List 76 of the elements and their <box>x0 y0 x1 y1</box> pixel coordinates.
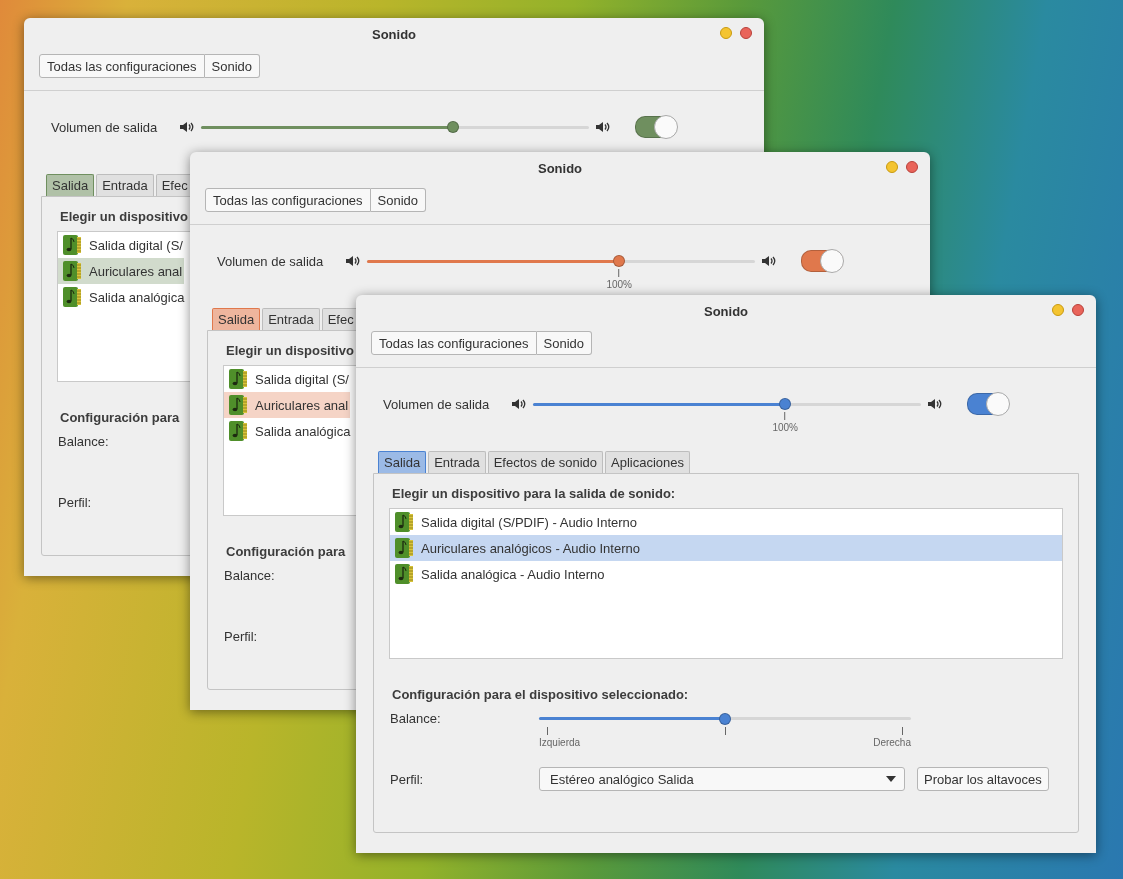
right-label: Derecha <box>873 737 911 748</box>
breadcrumb-button[interactable]: Todas las configuraciones <box>39 54 205 78</box>
device-row[interactable]: Salida digital (S/ <box>58 232 185 258</box>
section-heading: Configuración para el dispositivo seleccionado: <box>391 687 689 703</box>
profile-label: Perfil: <box>57 494 93 510</box>
volume-slider-handle[interactable] <box>613 255 626 267</box>
audio-device-icon <box>227 368 249 390</box>
audio-device-icon <box>61 234 83 256</box>
audio-device-icon <box>393 511 415 533</box>
mute-toggle[interactable] <box>967 393 1009 415</box>
test-speakers-button[interactable]: Probar los altavoces <box>917 767 1049 791</box>
window-title: Sonido <box>537 160 582 176</box>
device-row[interactable]: Salida digital (S/ <box>224 366 351 392</box>
speaker-icon <box>761 253 777 269</box>
balance-slider-handle[interactable] <box>719 712 731 725</box>
audio-device-icon <box>393 537 415 559</box>
breadcrumb-button[interactable]: Sonido <box>204 54 261 78</box>
device-row[interactable]: Salida analógica - Audio Interno <box>390 561 1062 587</box>
speaker-icon <box>345 253 361 269</box>
tab[interactable]: Entrada <box>96 174 154 196</box>
volume-reading: 100% <box>606 278 632 290</box>
volume-slider-handle[interactable] <box>447 121 460 133</box>
volume-label: Volumen de salida <box>383 396 491 412</box>
volume-label: Volumen de salida <box>51 119 159 135</box>
profile-dropdown[interactable]: Estéreo analógico Salida <box>539 767 905 791</box>
window-title: Sonido <box>703 303 748 319</box>
close-button[interactable] <box>740 27 752 39</box>
mute-toggle[interactable] <box>635 116 677 138</box>
audio-device-icon <box>393 563 415 585</box>
device-row[interactable]: Auriculares anal <box>58 258 185 284</box>
close-button[interactable] <box>1072 304 1084 316</box>
window-title: Sonido <box>371 26 416 42</box>
tab[interactable]: Efectos de sonido <box>487 451 604 473</box>
breadcrumb-button[interactable]: Todas las configuraciones <box>205 188 371 212</box>
profile-label: Perfil: <box>389 771 425 787</box>
profile-label: Perfil: <box>223 628 259 644</box>
balance-label: Balance: <box>57 434 110 449</box>
tab[interactable]: Salida <box>212 308 261 330</box>
breadcrumb-button[interactable]: Sonido <box>536 331 593 355</box>
audio-device-icon <box>227 420 249 442</box>
balance-label: Balance: <box>223 568 276 583</box>
volume-reading: 100% <box>772 421 798 433</box>
caret-icon <box>886 776 896 782</box>
tab[interactable]: Aplicaciones <box>605 451 691 473</box>
audio-device-icon <box>61 286 83 308</box>
mute-toggle[interactable] <box>801 250 843 272</box>
section-heading: Elegir un dispositivo <box>225 343 354 359</box>
device-row[interactable]: Salida analógica <box>224 418 353 444</box>
breadcrumb-button[interactable]: Todas las configuraciones <box>371 331 537 355</box>
speaker-icon <box>595 119 611 135</box>
device-row[interactable]: Auriculares analógicos - Audio Interno <box>390 535 1062 561</box>
device-row[interactable]: Salida digital (S/PDIF) - Audio Interno <box>390 509 1062 535</box>
section-heading: Configuración para <box>225 544 346 560</box>
section-heading: Configuración para <box>59 410 180 426</box>
speaker-icon <box>511 396 527 412</box>
device-row[interactable]: Auriculares anal <box>224 392 351 418</box>
audio-device-icon <box>61 260 83 282</box>
tab[interactable]: Entrada <box>428 451 486 473</box>
speaker-icon <box>927 396 943 412</box>
tick-mark <box>724 727 726 735</box>
section-heading: Elegir un dispositivo <box>59 209 188 225</box>
speaker-icon <box>179 119 195 135</box>
audio-device-icon <box>227 394 249 416</box>
tab[interactable]: Salida <box>378 451 427 473</box>
volume-label: Volumen de salida <box>217 253 325 269</box>
tick-mark <box>547 727 548 735</box>
close-button[interactable] <box>906 161 918 173</box>
volume-slider-handle[interactable] <box>779 398 792 410</box>
tab[interactable]: Entrada <box>262 308 320 330</box>
tab[interactable]: Salida <box>46 174 95 196</box>
device-row[interactable]: Salida analógica <box>58 284 187 310</box>
left-label: Izquierda <box>539 737 581 748</box>
balance-label: Balance: <box>389 711 442 726</box>
section-heading: Elegir un dispositivo para la salida de sonido: <box>391 486 676 502</box>
tick-mark <box>902 727 903 735</box>
breadcrumb-button[interactable]: Sonido <box>370 188 427 212</box>
